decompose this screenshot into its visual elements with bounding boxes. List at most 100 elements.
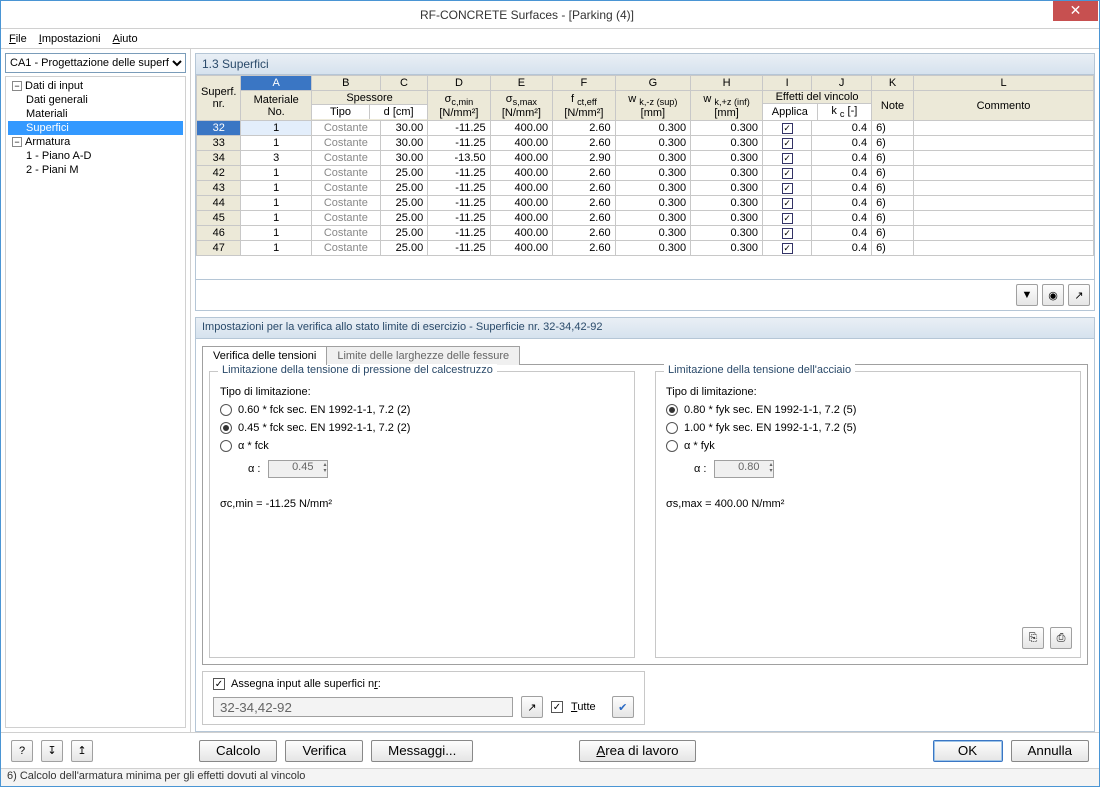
cell-fct[interactable]: 2.60 [553,211,615,226]
col-J[interactable]: J [812,76,872,91]
col-E[interactable]: E [490,76,552,91]
cell-ssmax[interactable]: 400.00 [490,121,552,136]
cell-wkz2[interactable]: 0.300 [691,166,763,181]
cell-appl[interactable]: ✓ [763,166,812,181]
tutte-checkbox[interactable] [551,701,563,713]
hdr-ssmax[interactable]: σs,max[N/mm²] [490,91,552,121]
ok-button[interactable]: OK [933,740,1003,762]
cell-appl[interactable]: ✓ [763,226,812,241]
cell-ssmax[interactable]: 400.00 [490,196,552,211]
cell-scmin[interactable]: -11.25 [428,211,490,226]
cell-wkz[interactable]: 0.300 [615,151,691,166]
tree-root[interactable]: −Dati di input [8,79,183,93]
cell-mat[interactable]: 1 [241,166,311,181]
cell-wkz2[interactable]: 0.300 [691,136,763,151]
cell-note[interactable]: 6) [872,241,914,256]
hdr-comm[interactable]: Commento [914,91,1094,121]
col-L[interactable]: L [914,76,1094,91]
export-icon[interactable]: ↥ [71,740,93,762]
concrete-radio-045[interactable]: 0.45 * fck sec. EN 1992-1-1, 7.2 (2) [220,422,624,434]
cell-tipo[interactable]: Costante [311,196,380,211]
cell-ssmax[interactable]: 400.00 [490,181,552,196]
cell-note[interactable]: 6) [872,166,914,181]
cell-wkz2[interactable]: 0.300 [691,151,763,166]
cell-comm[interactable] [914,226,1094,241]
cell-fct[interactable]: 2.60 [553,121,615,136]
tree-superfici[interactable]: Superfici [8,121,183,135]
import-icon[interactable]: ↧ [41,740,63,762]
concrete-alpha-input[interactable]: 0.45 [268,460,328,478]
cell-d[interactable]: 25.00 [380,211,427,226]
col-D[interactable]: D [428,76,490,91]
col-H[interactable]: H [691,76,763,91]
tab-verifica-tensioni[interactable]: Verifica delle tensioni [202,346,327,365]
help-button[interactable]: ? [11,740,33,762]
row-nr[interactable]: 44 [197,196,241,211]
table-row[interactable]: 321Costante30.00-11.25400.002.600.3000.3… [197,121,1094,136]
table-row[interactable]: 441Costante25.00-11.25400.002.600.3000.3… [197,196,1094,211]
cell-ssmax[interactable]: 400.00 [490,211,552,226]
cell-scmin[interactable]: -11.25 [428,196,490,211]
cell-note[interactable]: 6) [872,181,914,196]
cell-comm[interactable] [914,181,1094,196]
hdr-wkz[interactable]: w k,-z (sup)[mm] [615,91,691,121]
cell-tipo[interactable]: Costante [311,151,380,166]
cell-tipo[interactable]: Costante [311,241,380,256]
cell-mat[interactable]: 3 [241,151,311,166]
cell-scmin[interactable]: -11.25 [428,136,490,151]
cell-mat[interactable]: 1 [241,196,311,211]
cell-note[interactable]: 6) [872,196,914,211]
cell-comm[interactable] [914,241,1094,256]
cell-tipo[interactable]: Costante [311,166,380,181]
row-nr[interactable]: 34 [197,151,241,166]
cell-wkz2[interactable]: 0.300 [691,181,763,196]
cell-d[interactable]: 25.00 [380,241,427,256]
cell-tipo[interactable]: Costante [311,226,380,241]
cell-scmin[interactable]: -11.25 [428,241,490,256]
cell-d[interactable]: 25.00 [380,181,427,196]
col-A[interactable]: A [241,76,311,91]
cell-ssmax[interactable]: 400.00 [490,241,552,256]
cell-kc[interactable]: 0.4 [812,196,872,211]
col-F[interactable]: F [553,76,615,91]
cell-kc[interactable]: 0.4 [812,211,872,226]
steel-alpha-input[interactable]: 0.80 [714,460,774,478]
tree-piani-m[interactable]: 2 - Piani M [8,163,183,177]
nav-tree[interactable]: −Dati di input Dati generali Materiali S… [5,76,186,728]
cell-note[interactable]: 6) [872,121,914,136]
table-row[interactable]: 343Costante30.00-13.50400.002.900.3000.3… [197,151,1094,166]
col-superf[interactable]: Superf.nr. [197,76,241,121]
cell-comm[interactable] [914,151,1094,166]
hdr-mat[interactable]: MaterialeNo. [241,91,311,121]
steel-radio-alpha[interactable]: α * fyk [666,440,1070,452]
row-nr[interactable]: 46 [197,226,241,241]
verifica-button[interactable]: Verifica [285,740,363,762]
cell-wkz[interactable]: 0.300 [615,226,691,241]
cell-wkz2[interactable]: 0.300 [691,196,763,211]
col-B[interactable]: B [311,76,380,91]
row-nr[interactable]: 33 [197,136,241,151]
cell-note[interactable]: 6) [872,136,914,151]
concrete-radio-alpha[interactable]: α * fck [220,440,624,452]
col-I[interactable]: I [763,76,812,91]
cell-fct[interactable]: 2.90 [553,151,615,166]
cell-kc[interactable]: 0.4 [812,241,872,256]
cell-appl[interactable]: ✓ [763,136,812,151]
cell-appl[interactable]: ✓ [763,181,812,196]
cell-tipo[interactable]: Costante [311,136,380,151]
cell-ssmax[interactable]: 400.00 [490,226,552,241]
pick-icon[interactable]: ↗ [1068,284,1090,306]
cell-scmin[interactable]: -13.50 [428,151,490,166]
cell-appl[interactable]: ✓ [763,151,812,166]
table-row[interactable]: 431Costante25.00-11.25400.002.600.3000.3… [197,181,1094,196]
row-nr[interactable]: 42 [197,166,241,181]
concrete-radio-060[interactable]: 0.60 * fck sec. EN 1992-1-1, 7.2 (2) [220,404,624,416]
cell-mat[interactable]: 1 [241,136,311,151]
pick-surfaces-icon[interactable]: ↗ [521,696,543,718]
close-button[interactable]: ✕ [1053,1,1098,21]
cell-appl[interactable]: ✓ [763,121,812,136]
assign-checkbox[interactable] [213,678,225,690]
cell-ssmax[interactable]: 400.00 [490,151,552,166]
cell-wkz[interactable]: 0.300 [615,181,691,196]
annulla-button[interactable]: Annulla [1011,740,1089,762]
